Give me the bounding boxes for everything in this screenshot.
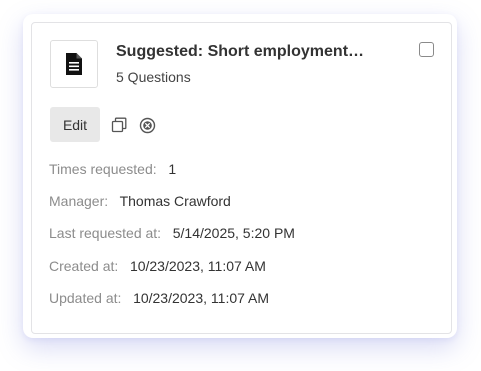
updated-row: Updated at: 10/23/2023, 11:07 AM	[49, 290, 269, 306]
last-requested-row: Last requested at: 5/14/2025, 5:20 PM	[49, 225, 295, 241]
updated-value: 10/23/2023, 11:07 AM	[133, 290, 270, 306]
card-title[interactable]: Suggested: Short employment…	[116, 43, 364, 61]
manager-row: Manager: Thomas Crawford	[49, 193, 231, 209]
question-count: 5 Questions	[116, 69, 191, 85]
created-label: Created at:	[49, 258, 119, 274]
remove-circle-icon	[139, 117, 155, 133]
created-value: 10/23/2023, 11:07 AM	[129, 258, 266, 274]
document-thumbnail	[50, 40, 98, 88]
last-requested-value: 5/14/2025, 5:20 PM	[172, 225, 295, 241]
remove-button[interactable]	[138, 116, 156, 134]
template-card: Suggested: Short employment… 5 Questions…	[31, 22, 452, 334]
select-checkbox[interactable]	[419, 42, 434, 57]
edit-button[interactable]: Edit	[50, 107, 100, 142]
updated-label: Updated at:	[49, 290, 122, 306]
manager-value: Thomas Crawford	[119, 193, 231, 209]
manager-label: Manager:	[49, 193, 109, 209]
copy-icon	[111, 117, 127, 133]
document-icon	[66, 53, 82, 75]
created-row: Created at: 10/23/2023, 11:07 AM	[49, 258, 266, 274]
times-requested-label: Times requested:	[49, 161, 157, 177]
copy-button[interactable]	[110, 116, 128, 134]
times-requested-value: 1	[168, 161, 177, 177]
last-requested-label: Last requested at:	[49, 225, 162, 241]
times-requested-row: Times requested: 1	[49, 161, 176, 177]
